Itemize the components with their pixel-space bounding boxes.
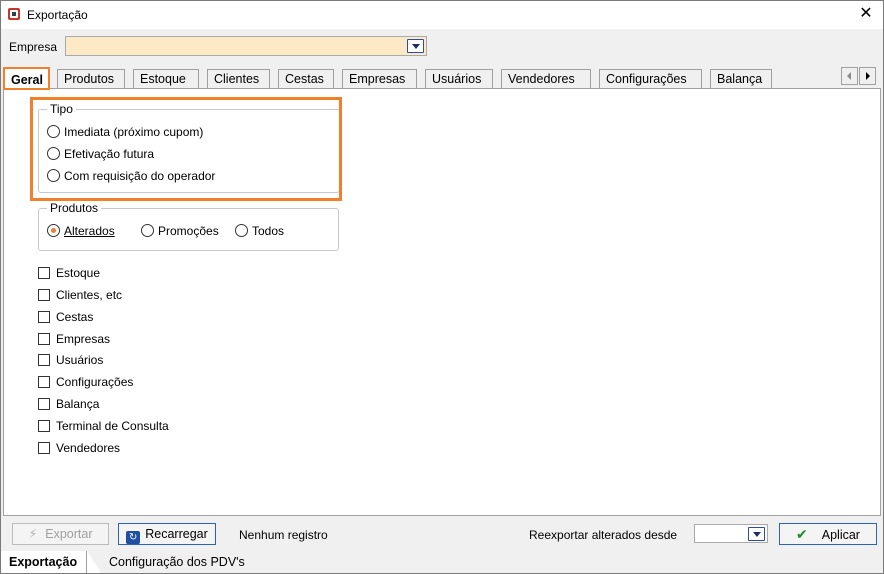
check-label: Balança (56, 397, 100, 411)
tab-produtos[interactable]: Produtos (57, 69, 125, 89)
radio-alterados[interactable]: Alterados (47, 224, 115, 240)
title-bar: Exportação ✕ (1, 1, 883, 29)
checkbox-icon[interactable] (38, 354, 50, 366)
tab-clientes[interactable]: Clientes (207, 69, 270, 89)
tab-label: Exportação (9, 555, 78, 569)
check-label: Vendedores (56, 441, 121, 455)
check-empresas[interactable]: Empresas (38, 332, 110, 348)
reexport-date-combo[interactable] (694, 524, 768, 543)
chevron-down-icon[interactable] (407, 39, 424, 53)
chevron-down-icon[interactable] (748, 527, 765, 541)
checkbox-icon[interactable] (38, 420, 50, 432)
tab-configuracao-pdvs[interactable]: Configuração dos PDV's (101, 551, 253, 573)
lightning-icon: ⚡ (28, 527, 38, 541)
empresa-label: Empresa (9, 40, 58, 54)
checkbox-icon[interactable] (38, 289, 50, 301)
tab-label: Usuários (432, 72, 482, 86)
tab-strip: Geral Produtos Estoque Clientes Cestas E… (1, 67, 883, 90)
recarregar-button[interactable]: ↻ Recarregar (118, 523, 216, 545)
checkbox-icon[interactable] (38, 376, 50, 388)
tab-label: Vendedores (508, 72, 575, 86)
check-usuarios[interactable]: Usuários (38, 353, 103, 369)
check-estoque[interactable]: Estoque (38, 266, 100, 282)
check-label: Cestas (56, 310, 94, 324)
tab-label: Configuração dos PDV's (109, 555, 245, 569)
tab-cestas[interactable]: Cestas (278, 69, 334, 89)
check-label: Configurações (56, 375, 134, 389)
radio-label: Alterados (64, 224, 115, 238)
radio-icon[interactable] (141, 224, 154, 237)
empresa-combo[interactable] (65, 36, 427, 56)
checkbox-icon[interactable] (38, 442, 50, 454)
close-icon: ✕ (859, 5, 873, 22)
tipo-highlight (30, 97, 342, 201)
tab-exportacao[interactable]: Exportação (1, 551, 87, 573)
check-vendedores[interactable]: Vendedores (38, 441, 120, 457)
tab-empresas[interactable]: Empresas (342, 69, 417, 89)
close-button[interactable]: ✕ (849, 1, 883, 29)
radio-todos[interactable]: Todos (235, 224, 284, 240)
tab-geral[interactable]: Geral (3, 67, 50, 90)
produtos-title: Produtos (47, 201, 102, 215)
check-clientes[interactable]: Clientes, etc (38, 288, 122, 304)
tab-label: Produtos (64, 72, 115, 86)
check-terminal-consulta[interactable]: Terminal de Consulta (38, 419, 169, 435)
check-cestas[interactable]: Cestas (38, 310, 93, 326)
tab-usuarios[interactable]: Usuários (425, 69, 493, 89)
check-icon: ✔ (796, 526, 808, 542)
bottom-tabs: Exportação Configuração dos PDV's (1, 551, 883, 573)
checkbox-icon[interactable] (38, 267, 50, 279)
tab-scroll-right-icon[interactable] (859, 67, 876, 85)
button-label: Aplicar (821, 528, 860, 542)
tab-configuracoes[interactable]: Configurações (599, 69, 702, 89)
check-label: Clientes, etc (56, 288, 123, 302)
aplicar-button[interactable]: ✔ Aplicar (779, 523, 877, 545)
tab-label: Geral (11, 73, 43, 87)
tab-balanca[interactable]: Balança (710, 69, 772, 89)
tab-label: Configurações (606, 72, 687, 86)
radio-promocoes[interactable]: Promoções (141, 224, 219, 240)
check-label: Terminal de Consulta (56, 419, 169, 433)
checkbox-icon[interactable] (38, 398, 50, 410)
radio-icon[interactable] (235, 224, 248, 237)
check-label: Empresas (56, 332, 111, 346)
tab-estoque[interactable]: Estoque (133, 69, 199, 89)
tab-scroll-left-icon[interactable] (841, 67, 858, 85)
tab-separator (87, 551, 101, 573)
tab-label: Clientes (214, 72, 260, 86)
button-label: Recarregar (145, 527, 208, 541)
tab-label: Estoque (140, 72, 186, 86)
produtos-group: Produtos Alterados Promoções Todos (38, 201, 339, 251)
tab-vendedores[interactable]: Vendedores (501, 69, 591, 89)
check-balanca[interactable]: Balança (38, 397, 99, 413)
exportar-button[interactable]: ⚡ Exportar (12, 523, 109, 545)
tab-label: Balança (717, 72, 763, 86)
export-window: Exportação ✕ Empresa Geral Produtos Esto… (0, 0, 884, 574)
tab-label: Cestas (285, 72, 324, 86)
reexport-label: Reexportar alterados desde (529, 528, 678, 542)
status-text: Nenhum registro (239, 528, 328, 542)
window-title: Exportação (27, 8, 88, 22)
check-label: Usuários (56, 353, 104, 367)
reload-icon: ↻ (126, 531, 141, 544)
app-icon (8, 8, 20, 20)
tab-label: Empresas (349, 72, 406, 86)
check-label: Estoque (56, 266, 101, 280)
button-label: Exportar (45, 527, 93, 541)
radio-label: Promoções (158, 224, 219, 238)
check-configuracoes[interactable]: Configurações (38, 375, 133, 391)
checkbox-icon[interactable] (38, 333, 50, 345)
checkbox-icon[interactable] (38, 311, 50, 323)
radio-icon[interactable] (47, 224, 60, 237)
radio-label: Todos (252, 224, 285, 238)
